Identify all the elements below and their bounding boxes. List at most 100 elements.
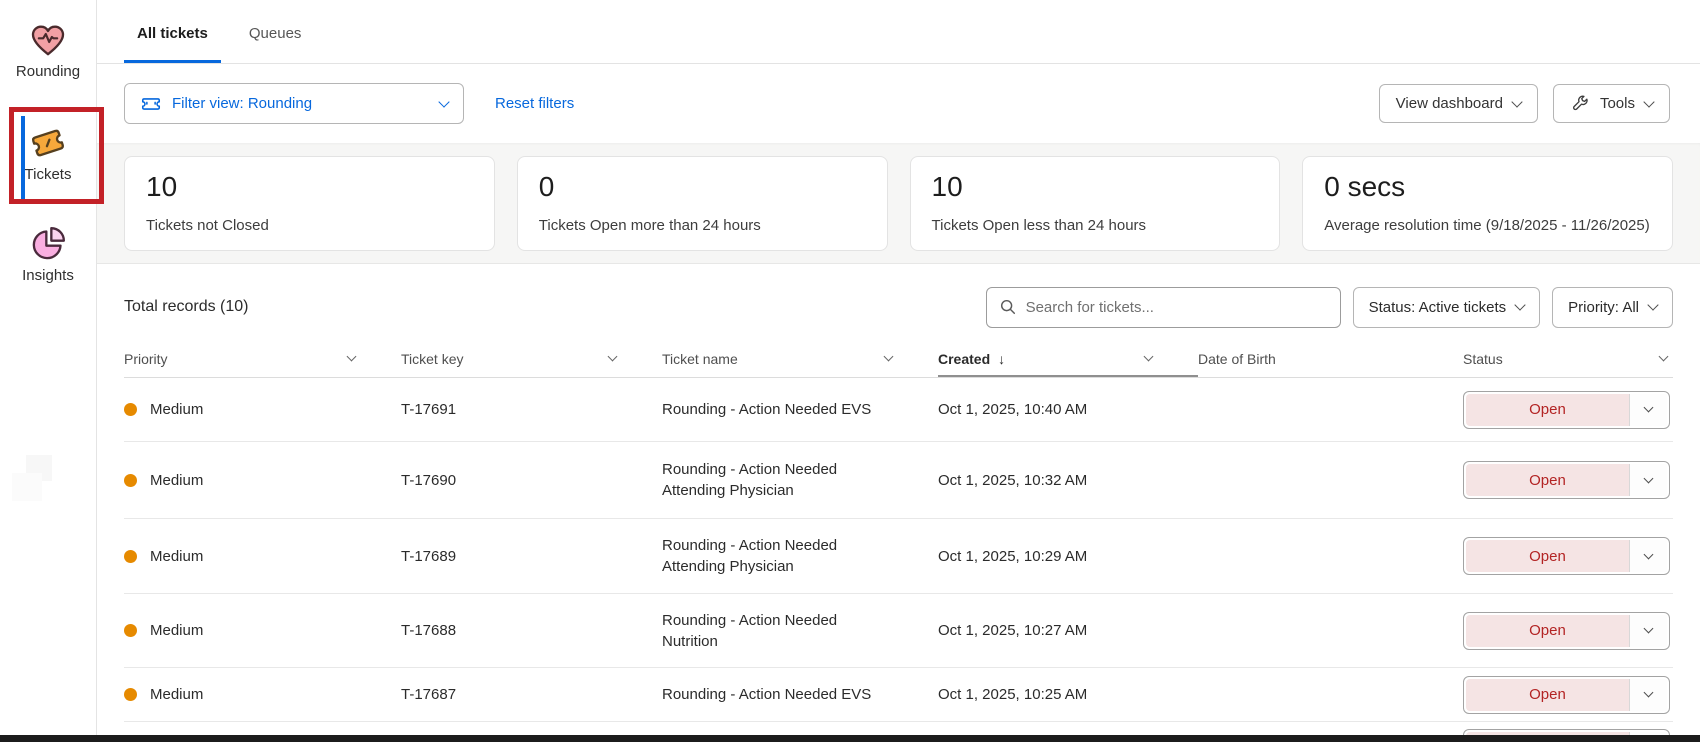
priority-value: Medium (150, 548, 203, 565)
table-row[interactable]: Medium T-17689 Rounding - Action Needed … (124, 519, 1673, 594)
sidebar-item-rounding[interactable]: Rounding (0, 20, 96, 80)
ticket-name: Rounding - Action Needed EVS (662, 684, 871, 705)
table-toolbar: Total records (10) Status: Active ticket… (97, 264, 1700, 340)
stat-value: 10 (932, 170, 1259, 204)
chevron-down-icon[interactable] (1629, 615, 1667, 647)
ticket-key: T-17690 (401, 472, 662, 489)
created-value: Oct 1, 2025, 10:25 AM (938, 686, 1198, 703)
stat-label: Tickets Open less than 24 hours (932, 217, 1259, 234)
column-header-created[interactable]: Created ↓ (938, 340, 1198, 377)
status-dropdown[interactable]: Open (1463, 612, 1670, 650)
sidebar: Rounding Tickets Insights (0, 0, 97, 742)
status-badge: Open (1466, 540, 1629, 572)
active-item-indicator (21, 116, 25, 200)
tab-queues[interactable]: Queues (236, 0, 315, 63)
status-dropdown[interactable]: Open (1463, 676, 1670, 714)
tab-all-tickets[interactable]: All tickets (124, 0, 221, 63)
created-value: Oct 1, 2025, 10:40 AM (938, 401, 1198, 418)
status-badge: Open (1466, 394, 1629, 426)
table-row[interactable]: Medium T-17690 Rounding - Action Needed … (124, 442, 1673, 519)
ticket-name: Rounding - Action Needed Nutrition (662, 610, 877, 652)
chevron-down-icon (438, 96, 449, 107)
priority-value: Medium (150, 401, 203, 418)
status-filter-label: Status: Active tickets (1369, 299, 1507, 316)
priority-value: Medium (150, 622, 203, 639)
table-row[interactable]: Medium T-17691 Rounding - Action Needed … (124, 378, 1673, 442)
sidebar-item-label: Tickets (25, 166, 72, 183)
total-records-label: Total records (10) (124, 298, 249, 316)
ticket-outline-icon (140, 93, 162, 115)
table-row[interactable]: Medium T-17687 Rounding - Action Needed … (124, 668, 1673, 722)
sidebar-item-tickets[interactable]: Tickets (0, 123, 96, 183)
column-label: Status (1463, 351, 1503, 367)
chevron-down-icon[interactable] (1659, 352, 1669, 362)
filter-view-dropdown[interactable]: Filter view: Rounding (124, 83, 464, 124)
tab-label: All tickets (137, 25, 208, 42)
chevron-down-icon[interactable] (1629, 464, 1667, 496)
column-header-ticket-key[interactable]: Ticket key (401, 340, 662, 377)
stat-label: Average resolution time (9/18/2025 - 11/… (1324, 217, 1651, 234)
ticket-name: Rounding - Action Needed Attending Physi… (662, 535, 877, 577)
view-dashboard-button[interactable]: View dashboard (1379, 84, 1538, 123)
ticket-key: T-17687 (401, 686, 662, 703)
priority-value: Medium (150, 686, 203, 703)
table-header-row: Priority Ticket key Ticket name Created … (124, 340, 1673, 378)
chevron-down-icon[interactable] (1629, 540, 1667, 572)
ticket-name: Rounding - Action Needed EVS (662, 399, 871, 420)
stat-value: 0 (539, 170, 866, 204)
stat-card-tickets-not-closed: 10 Tickets not Closed (124, 156, 495, 251)
priority-filter-dropdown[interactable]: Priority: All (1552, 287, 1673, 328)
chevron-down-icon[interactable] (884, 352, 894, 362)
status-badge: Open (1466, 615, 1629, 647)
chevron-down-icon (1643, 96, 1654, 107)
chevron-down-icon[interactable] (1629, 394, 1667, 426)
stat-card-open-more-24h: 0 Tickets Open more than 24 hours (517, 156, 888, 251)
column-label: Date of Birth (1198, 351, 1276, 367)
status-badge: Open (1466, 464, 1629, 496)
priority-medium-dot (124, 624, 137, 637)
priority-medium-dot (124, 688, 137, 701)
status-dropdown[interactable]: Open (1463, 391, 1670, 429)
search-box[interactable] (986, 287, 1341, 328)
tickets-panel: Total records (10) Status: Active ticket… (97, 264, 1700, 742)
column-label: Ticket key (401, 351, 464, 367)
reset-filters-link[interactable]: Reset filters (495, 95, 574, 112)
ticket-key: T-17688 (401, 622, 662, 639)
created-value: Oct 1, 2025, 10:32 AM (938, 472, 1198, 489)
tools-button[interactable]: Tools (1553, 84, 1670, 123)
chevron-down-icon[interactable] (608, 352, 618, 362)
column-header-ticket-name[interactable]: Ticket name (662, 340, 938, 377)
column-header-status[interactable]: Status (1463, 340, 1673, 377)
priority-medium-dot (124, 474, 137, 487)
tab-bar: All tickets Queues (97, 0, 1700, 64)
created-value: Oct 1, 2025, 10:29 AM (938, 548, 1198, 565)
stat-value: 10 (146, 170, 473, 204)
chevron-down-icon[interactable] (1629, 679, 1667, 711)
column-label: Created (938, 351, 990, 367)
status-dropdown[interactable]: Open (1463, 461, 1670, 499)
sidebar-item-label: Rounding (16, 63, 80, 80)
status-badge: Open (1466, 679, 1629, 711)
priority-medium-dot (124, 403, 137, 416)
status-dropdown[interactable]: Open (1463, 537, 1670, 575)
tab-label: Queues (249, 25, 302, 42)
tools-label: Tools (1600, 95, 1635, 112)
stat-label: Tickets Open more than 24 hours (539, 217, 866, 234)
sidebar-item-label: Insights (22, 267, 74, 284)
filter-view-label: Filter view: Rounding (172, 95, 312, 112)
column-label: Priority (124, 351, 168, 367)
search-icon (999, 298, 1017, 316)
table-row-partial[interactable]: Open (124, 722, 1673, 735)
chevron-down-icon[interactable] (1144, 352, 1154, 362)
faint-ghost-icon (12, 455, 58, 501)
chevron-down-icon (1514, 299, 1525, 310)
chevron-down-icon[interactable] (347, 352, 357, 362)
sidebar-item-insights[interactable]: Insights (0, 224, 96, 284)
table-row[interactable]: Medium T-17688 Rounding - Action Needed … (124, 594, 1673, 668)
priority-value: Medium (150, 472, 203, 489)
status-filter-dropdown[interactable]: Status: Active tickets (1353, 287, 1541, 328)
priority-filter-label: Priority: All (1568, 299, 1639, 316)
chevron-down-icon (1647, 299, 1658, 310)
column-header-priority[interactable]: Priority (124, 340, 401, 377)
search-input[interactable] (1026, 299, 1328, 316)
